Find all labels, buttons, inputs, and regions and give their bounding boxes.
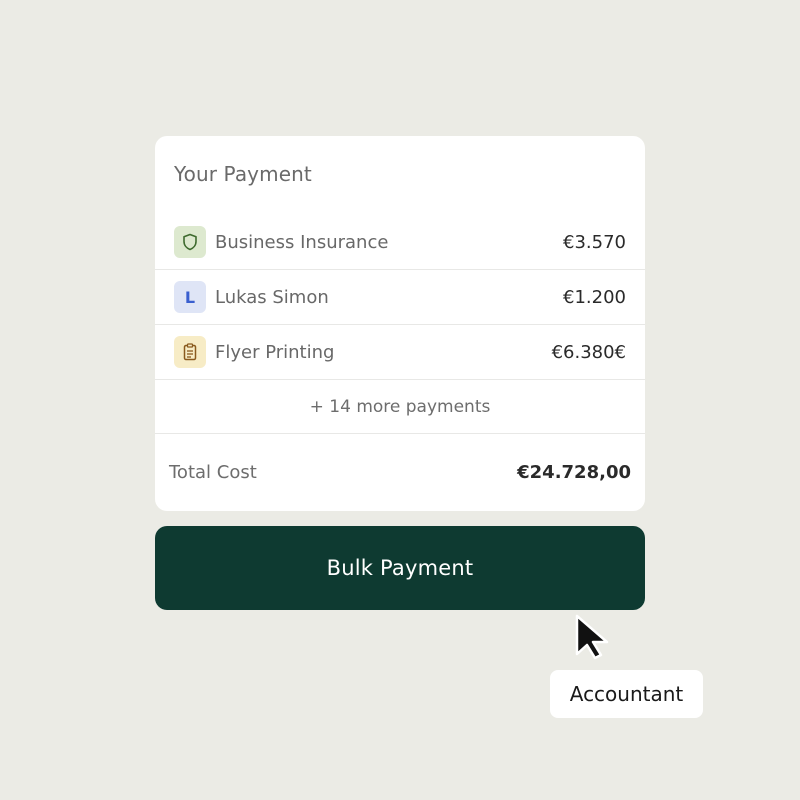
payment-label: Business Insurance xyxy=(215,231,389,253)
cursor-pointer-icon xyxy=(575,614,609,660)
bulk-payment-button[interactable]: Bulk Payment xyxy=(155,526,645,610)
clipboard-icon xyxy=(174,336,206,368)
payment-row-lukas-simon[interactable]: L Lukas Simon €1.200 xyxy=(155,270,645,325)
avatar-letter-icon: L xyxy=(174,281,206,313)
card-title: Your Payment xyxy=(174,162,312,186)
payment-amount: €3.570 xyxy=(563,231,626,253)
payment-label: Flyer Printing xyxy=(215,341,335,363)
payment-row-flyer-printing[interactable]: Flyer Printing €6.380€ xyxy=(155,325,645,380)
payment-card: Your Payment Business Insurance €3.570 L… xyxy=(155,136,645,511)
payment-amount: €6.380€ xyxy=(551,341,626,363)
total-amount: €24.728,00 xyxy=(517,462,631,483)
more-payments-link[interactable]: + 14 more payments xyxy=(155,381,645,434)
shield-icon xyxy=(174,226,206,258)
payment-label: Lukas Simon xyxy=(215,286,329,308)
avatar-letter: L xyxy=(184,287,196,307)
total-label: Total Cost xyxy=(169,462,257,483)
cursor-user-tag: Accountant xyxy=(550,670,703,718)
payment-amount: €1.200 xyxy=(563,286,626,308)
payment-row-business-insurance[interactable]: Business Insurance €3.570 xyxy=(155,215,645,270)
